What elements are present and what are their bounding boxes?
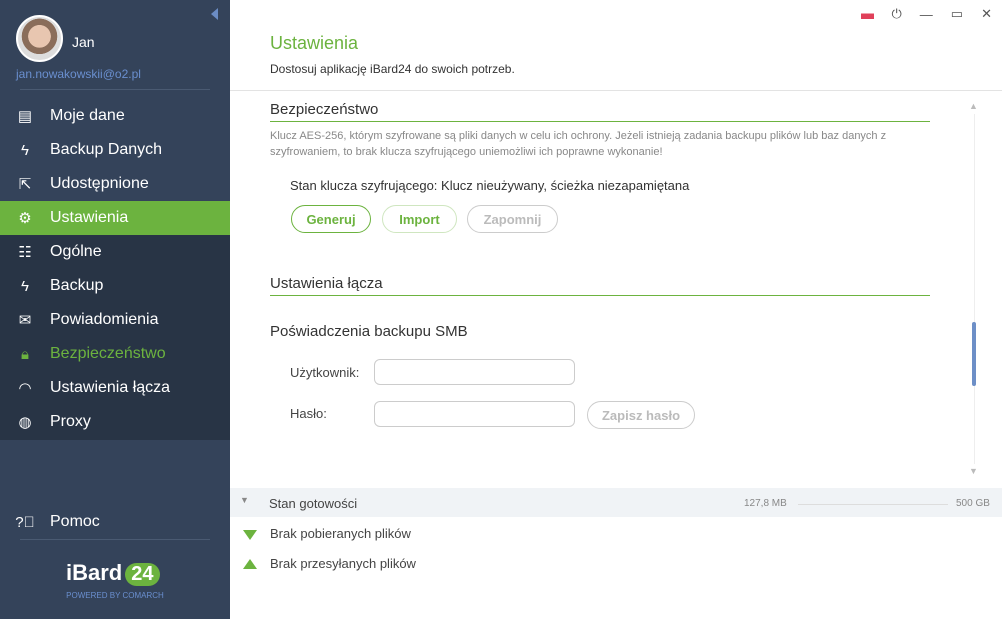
help-icon: ?⃝ bbox=[15, 513, 35, 531]
divider bbox=[230, 90, 1002, 91]
sidebar-item-udostępnione[interactable]: ⇱ Udostępnione bbox=[0, 167, 230, 201]
user-name: Jan bbox=[72, 34, 95, 50]
sidebar-item-label: Ustawienia łącza bbox=[50, 379, 171, 396]
close-icon[interactable]: ✕ bbox=[981, 6, 992, 22]
page-subtitle: Dostosuj aplikację iBard24 do swoich pot… bbox=[270, 62, 515, 76]
scroll-down-icon[interactable]: ▼ bbox=[969, 466, 978, 476]
sidebar-item-label: Udostępnione bbox=[50, 175, 149, 192]
scrollbar-thumb[interactable] bbox=[972, 322, 976, 386]
help-label: Pomoc bbox=[50, 513, 100, 530]
scrollbar-track[interactable] bbox=[974, 114, 975, 464]
sidebar-item-ogólne[interactable]: ☷ Ogólne bbox=[0, 235, 230, 269]
sidebar-item-backup-danych[interactable]: ϟ Backup Danych bbox=[0, 133, 230, 167]
ibard24-logo: iBard 24 bbox=[66, 560, 160, 586]
sidebar-item-label: Bezpieczeństwo bbox=[50, 345, 166, 362]
section-security-heading: Bezpieczeństwo bbox=[270, 101, 930, 122]
scroll-up-icon[interactable]: ▲ bbox=[969, 101, 978, 111]
used-space: 127,8 MB bbox=[744, 498, 787, 509]
import-button[interactable]: Import bbox=[382, 205, 457, 233]
sidebar-item-label: Backup Danych bbox=[50, 141, 163, 158]
upload-icon bbox=[243, 559, 257, 569]
downloads-status: Brak pobieranych plików bbox=[270, 526, 411, 541]
sidebar-item-help[interactable]: ?⃝ Pomoc bbox=[0, 505, 230, 539]
sidebar-item-label: Ogólne bbox=[50, 243, 102, 260]
ready-state: Stan gotowości bbox=[269, 496, 358, 511]
sidebar-item-label: Powiadomienia bbox=[50, 311, 159, 328]
user-email: jan.nowakowskii@o2.pl bbox=[16, 67, 141, 81]
share-icon: ⇱ bbox=[18, 176, 32, 193]
forget-button[interactable]: Zapomnij bbox=[467, 205, 558, 233]
save-password-button[interactable]: Zapisz hasło bbox=[587, 401, 695, 429]
expand-icon[interactable]: ▼ bbox=[240, 495, 249, 505]
total-space: 500 GB bbox=[956, 498, 990, 509]
password-label: Hasło: bbox=[290, 406, 327, 421]
collapse-sidebar-icon[interactable] bbox=[211, 8, 218, 20]
lock-icon: 🔒︎ bbox=[21, 345, 29, 363]
section-link-heading: Ustawienia łącza bbox=[270, 275, 930, 296]
gear-icon: ⚙ bbox=[18, 210, 32, 227]
user-label: Użytkownik: bbox=[290, 365, 360, 380]
status-bar: ▼ Stan gotowości 127,8 MB 500 GB bbox=[230, 488, 1002, 517]
speedometer-icon: ◠ bbox=[18, 380, 32, 397]
sidebar-item-label: Ustawienia bbox=[50, 209, 129, 226]
divider bbox=[20, 89, 210, 90]
sidebar-item-bezpieczeństwo[interactable]: 🔒︎ Bezpieczeństwo bbox=[0, 337, 230, 371]
language-flag-icon[interactable] bbox=[860, 9, 874, 19]
toggles-icon: ☷ bbox=[18, 244, 32, 261]
document-icon: ▤ bbox=[17, 108, 33, 125]
lightning-icon: ϟ bbox=[21, 277, 29, 295]
security-description: Klucz AES-256, którym szyfrowane są plik… bbox=[270, 130, 887, 158]
powered-by: POWERED BY COMARCH bbox=[66, 591, 164, 600]
sidebar-item-moje-dane[interactable]: ▤ Moje dane bbox=[0, 99, 230, 133]
sidebar: Jan jan.nowakowskii@o2.pl ▤ Moje dane ϟ Bac… bbox=[0, 0, 230, 619]
sidebar-item-proxy[interactable]: ◍ Proxy bbox=[0, 405, 230, 439]
divider bbox=[20, 539, 210, 540]
main-panel: ⏻ — ▭ ✕ Ustawienia Dostosuj aplikację iB… bbox=[230, 0, 1002, 619]
window-controls: ⏻ — ▭ ✕ bbox=[860, 6, 992, 22]
generate-button[interactable]: Generuj bbox=[291, 205, 371, 233]
avatar[interactable] bbox=[16, 15, 63, 62]
key-status: Stan klucza szyfrującego: Klucz nieużywa… bbox=[290, 178, 690, 193]
minimize-icon[interactable]: — bbox=[920, 7, 933, 22]
sidebar-item-label: Moje dane bbox=[50, 107, 125, 124]
lightning-icon: ϟ bbox=[21, 141, 29, 159]
logo-badge: 24 bbox=[125, 563, 160, 586]
sidebar-item-ustawienia[interactable]: ⚙ Ustawienia bbox=[0, 201, 230, 235]
smb-heading: Poświadczenia backupu SMB bbox=[270, 323, 468, 340]
logo-text: iBard bbox=[66, 560, 123, 585]
storage-progress-bar bbox=[798, 504, 948, 505]
page-title: Ustawienia bbox=[270, 33, 359, 53]
uploads-status: Brak przesyłanych plików bbox=[270, 556, 416, 571]
password-input[interactable] bbox=[374, 401, 575, 427]
maximize-icon[interactable]: ▭ bbox=[951, 6, 963, 22]
user-input[interactable] bbox=[374, 359, 575, 385]
sidebar-item-label: Proxy bbox=[50, 413, 91, 430]
sidebar-item-ustawienia-łącza[interactable]: ◠ Ustawienia łącza bbox=[0, 371, 230, 405]
sidebar-item-backup[interactable]: ϟ Backup bbox=[0, 269, 230, 303]
download-icon bbox=[243, 530, 257, 540]
power-icon[interactable]: ⏻ bbox=[892, 6, 902, 22]
sidebar-item-powiadomienia[interactable]: ✉ Powiadomienia bbox=[0, 303, 230, 337]
sidebar-item-label: Backup bbox=[50, 277, 104, 294]
globe-icon: ◍ bbox=[18, 414, 32, 431]
envelope-icon: ✉ bbox=[18, 312, 32, 329]
